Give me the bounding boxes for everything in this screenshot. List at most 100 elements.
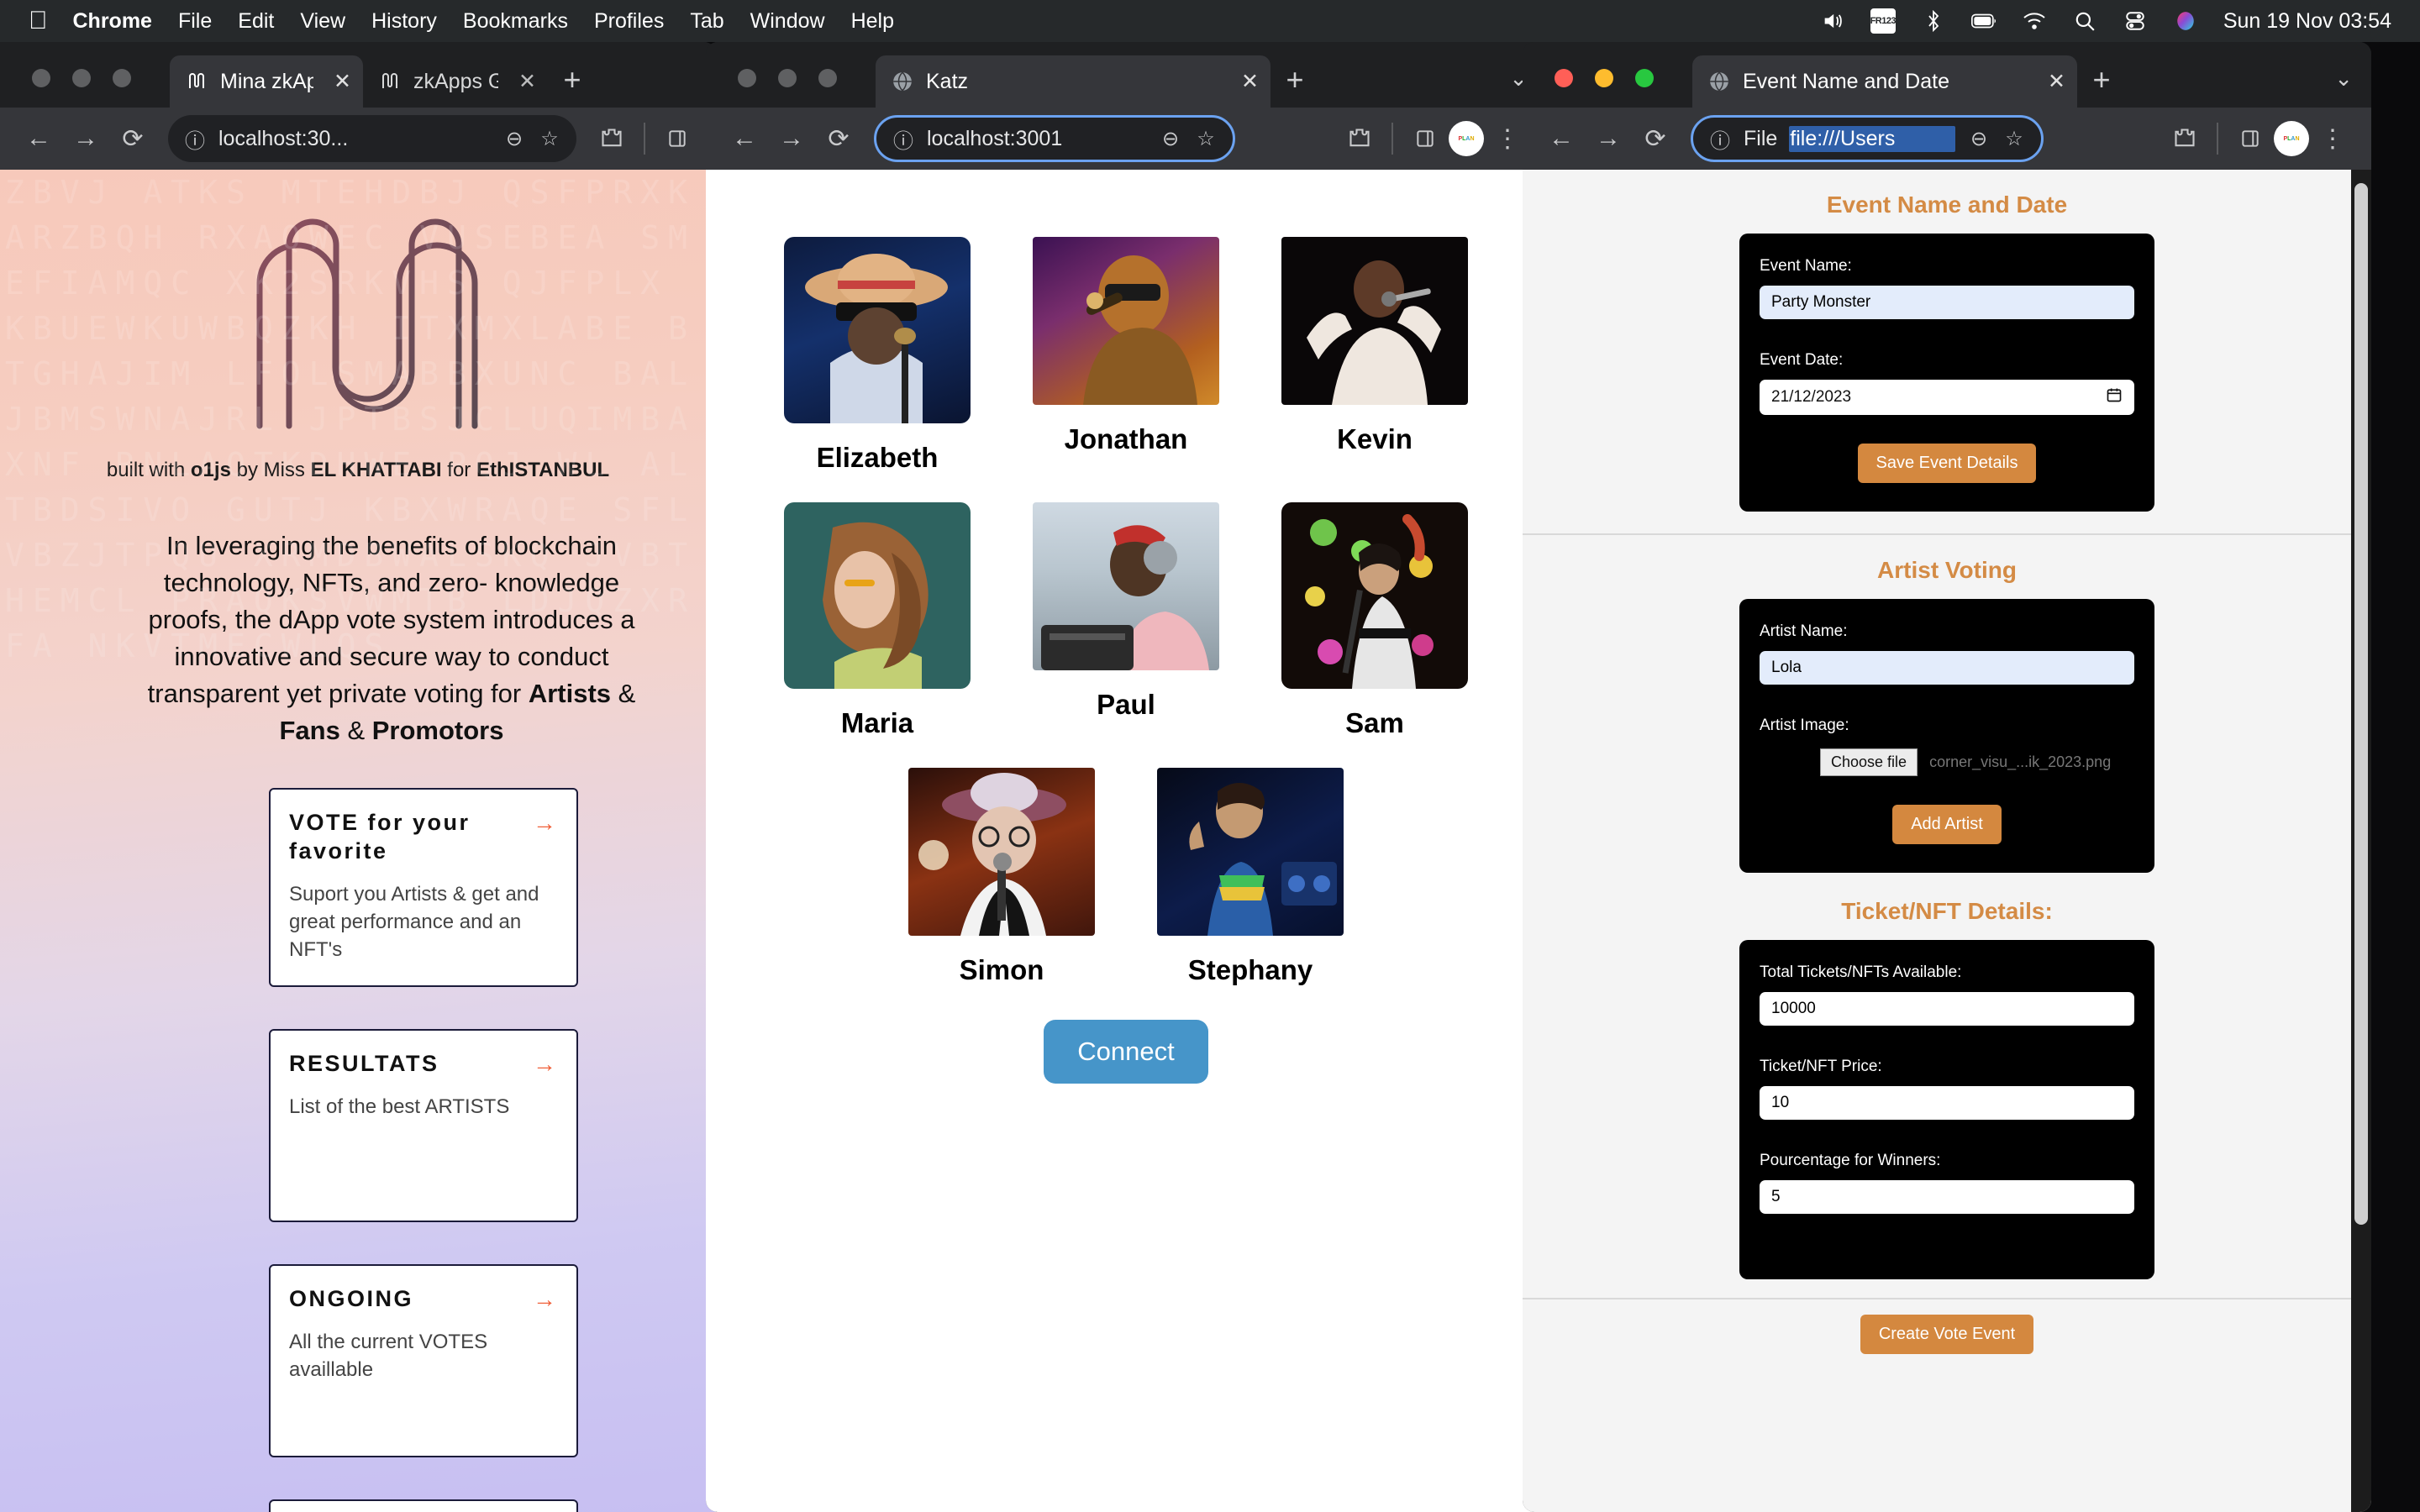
menu-item-chrome[interactable]: Chrome bbox=[73, 9, 152, 34]
feature-card-create-event[interactable]: → VOTE for your favorite Create an EVENT… bbox=[269, 1499, 592, 1512]
create-vote-event-button[interactable]: Create Vote Event bbox=[1860, 1315, 2034, 1354]
arrow-right-icon[interactable]: → bbox=[533, 1051, 556, 1078]
event-date-input[interactable]: 21/12/2023 bbox=[1760, 380, 2134, 415]
side-panel-icon[interactable] bbox=[1402, 115, 1449, 162]
page-scrollbar-thumb[interactable] bbox=[2354, 183, 2368, 1225]
close-tab-button[interactable]: ✕ bbox=[510, 69, 536, 94]
siri-icon[interactable] bbox=[2173, 8, 2198, 34]
arrow-right-icon[interactable]: → bbox=[533, 1286, 556, 1313]
minimize-window-button[interactable] bbox=[1595, 69, 1613, 87]
close-tab-button[interactable]: ✕ bbox=[2039, 69, 2065, 94]
info-icon[interactable]: ⓘ bbox=[892, 124, 915, 154]
chevron-down-icon[interactable]: ⌄ bbox=[2334, 66, 2353, 92]
extensions-icon[interactable] bbox=[588, 115, 635, 162]
info-icon[interactable]: ⓘ bbox=[183, 124, 207, 154]
artist-card-kevin[interactable]: Kevin bbox=[1281, 237, 1468, 474]
star-icon[interactable]: ☆ bbox=[538, 127, 561, 151]
browser-window-event-form[interactable]: Event Name and Date ✕ + ⌄ ← → ⟳ ⓘ File f… bbox=[1523, 42, 2371, 1512]
close-tab-button[interactable]: ✕ bbox=[325, 69, 351, 94]
arrow-right-icon[interactable]: → bbox=[533, 810, 556, 837]
forward-button[interactable]: → bbox=[768, 115, 815, 162]
menu-item-history[interactable]: History bbox=[371, 9, 437, 34]
browser-window-mina[interactable]: Mina zkApp U ✕ zkApps Getti ✕ + ← → ⟳ ⓘ … bbox=[0, 42, 716, 1512]
menu-item-window[interactable]: Window bbox=[750, 9, 825, 34]
artist-card-stephany[interactable]: Stephany bbox=[1157, 768, 1344, 986]
window-traffic-lights[interactable] bbox=[32, 69, 131, 87]
artist-card-sam[interactable]: Sam bbox=[1281, 502, 1468, 739]
volume-icon[interactable] bbox=[1820, 8, 1845, 34]
back-button[interactable]: ← bbox=[1538, 115, 1585, 162]
minimize-window-button[interactable] bbox=[778, 69, 797, 87]
total-tickets-input[interactable] bbox=[1760, 992, 2134, 1026]
close-window-button[interactable] bbox=[1555, 69, 1573, 87]
new-tab-button[interactable]: + bbox=[548, 55, 597, 104]
zoom-out-icon[interactable]: ⊖ bbox=[502, 127, 526, 151]
keyboard-input-icon[interactable]: FR 123 bbox=[1870, 8, 1897, 34]
artist-card-maria[interactable]: Maria bbox=[784, 502, 971, 739]
forward-button[interactable]: → bbox=[62, 115, 109, 162]
address-bar[interactable]: ⓘ localhost:30... ⊖ ☆ bbox=[168, 115, 576, 162]
control-center-icon[interactable] bbox=[2123, 8, 2148, 34]
feature-card-ongoing[interactable]: → ONGOING All the current VOTES availlab… bbox=[269, 1264, 592, 1467]
avatar[interactable]: PLAN bbox=[1449, 121, 1484, 156]
star-icon[interactable]: ☆ bbox=[1194, 127, 1218, 151]
maximize-window-button[interactable] bbox=[113, 69, 131, 87]
choose-file-button[interactable]: Choose file bbox=[1820, 748, 1918, 776]
tab-mina-zkapp[interactable]: Mina zkApp U ✕ bbox=[170, 55, 363, 108]
close-tab-button[interactable]: ✕ bbox=[1233, 69, 1259, 94]
window-traffic-lights[interactable] bbox=[1555, 69, 1654, 87]
menu-item-file[interactable]: File bbox=[178, 9, 212, 34]
add-artist-button[interactable]: Add Artist bbox=[1892, 805, 2002, 844]
browser-window-katz[interactable]: Katz ✕ + ⌄ ← → ⟳ ⓘ localhost:3001 ⊖ ☆ PL… bbox=[706, 42, 1546, 1512]
new-tab-button[interactable]: + bbox=[2077, 55, 2126, 104]
feature-card-vote[interactable]: → VOTE for your favorite Suport you Arti… bbox=[269, 788, 592, 997]
artist-card-elizabeth[interactable]: Elizabeth bbox=[784, 237, 971, 474]
back-button[interactable]: ← bbox=[721, 115, 768, 162]
menu-item-tab[interactable]: Tab bbox=[690, 9, 723, 34]
reload-button[interactable]: ⟳ bbox=[815, 115, 862, 162]
battery-icon[interactable] bbox=[1970, 8, 1996, 34]
side-panel-icon[interactable] bbox=[654, 115, 701, 162]
extensions-icon[interactable] bbox=[2161, 115, 2208, 162]
bluetooth-icon[interactable] bbox=[1921, 8, 1946, 34]
calendar-icon[interactable] bbox=[2106, 386, 2123, 408]
artist-name-input[interactable] bbox=[1760, 651, 2134, 685]
winner-percentage-input[interactable] bbox=[1760, 1180, 2134, 1214]
ticket-price-input[interactable] bbox=[1760, 1086, 2134, 1120]
menu-item-view[interactable]: View bbox=[300, 9, 345, 34]
apple-icon[interactable]:  bbox=[29, 8, 48, 34]
menu-item-help[interactable]: Help bbox=[851, 9, 894, 34]
artist-image-file-row[interactable]: Choose file corner_visu_...ik_2023.png bbox=[1760, 748, 2134, 776]
search-icon[interactable] bbox=[2072, 8, 2097, 34]
info-icon[interactable]: ⓘ bbox=[1708, 124, 1732, 154]
back-button[interactable]: ← bbox=[15, 115, 62, 162]
artist-card-simon[interactable]: Simon bbox=[908, 768, 1095, 986]
connect-button[interactable]: Connect bbox=[1044, 1020, 1208, 1084]
avatar[interactable]: PLAN bbox=[2274, 121, 2309, 156]
new-tab-button[interactable]: + bbox=[1270, 55, 1319, 104]
artist-card-jonathan[interactable]: Jonathan bbox=[1033, 237, 1219, 474]
menu-item-profiles[interactable]: Profiles bbox=[594, 9, 664, 34]
maximize-window-button[interactable] bbox=[1635, 69, 1654, 87]
tab-event-name-and-date[interactable]: Event Name and Date ✕ bbox=[1692, 55, 2077, 108]
menubar-clock[interactable]: Sun 19 Nov 03:54 bbox=[2223, 9, 2391, 34]
tab-katz[interactable]: Katz ✕ bbox=[876, 55, 1270, 108]
chrome-menu-button[interactable]: ⋮ bbox=[2309, 115, 2356, 162]
zoom-out-icon[interactable]: ⊖ bbox=[1159, 127, 1182, 151]
menu-item-bookmarks[interactable]: Bookmarks bbox=[463, 9, 568, 34]
artist-card-paul[interactable]: Paul bbox=[1033, 502, 1219, 739]
zoom-out-icon[interactable]: ⊖ bbox=[1967, 127, 1991, 151]
event-name-input[interactable] bbox=[1760, 286, 2134, 319]
close-window-button[interactable] bbox=[32, 69, 50, 87]
menu-item-edit[interactable]: Edit bbox=[238, 9, 274, 34]
reload-button[interactable]: ⟳ bbox=[109, 115, 156, 162]
address-bar[interactable]: ⓘ localhost:3001 ⊖ ☆ bbox=[874, 115, 1235, 162]
tab-zkapps-getting[interactable]: zkApps Getti ✕ bbox=[363, 55, 548, 108]
wifi-icon[interactable] bbox=[2022, 8, 2047, 34]
side-panel-icon[interactable] bbox=[2227, 115, 2274, 162]
window-traffic-lights[interactable] bbox=[738, 69, 837, 87]
address-bar[interactable]: ⓘ File file:///Users ⊖ ☆ bbox=[1691, 115, 2044, 162]
reload-button[interactable]: ⟳ bbox=[1632, 115, 1679, 162]
feature-card-resultats[interactable]: → RESULTATS List of the best ARTISTS bbox=[269, 1029, 592, 1232]
minimize-window-button[interactable] bbox=[72, 69, 91, 87]
